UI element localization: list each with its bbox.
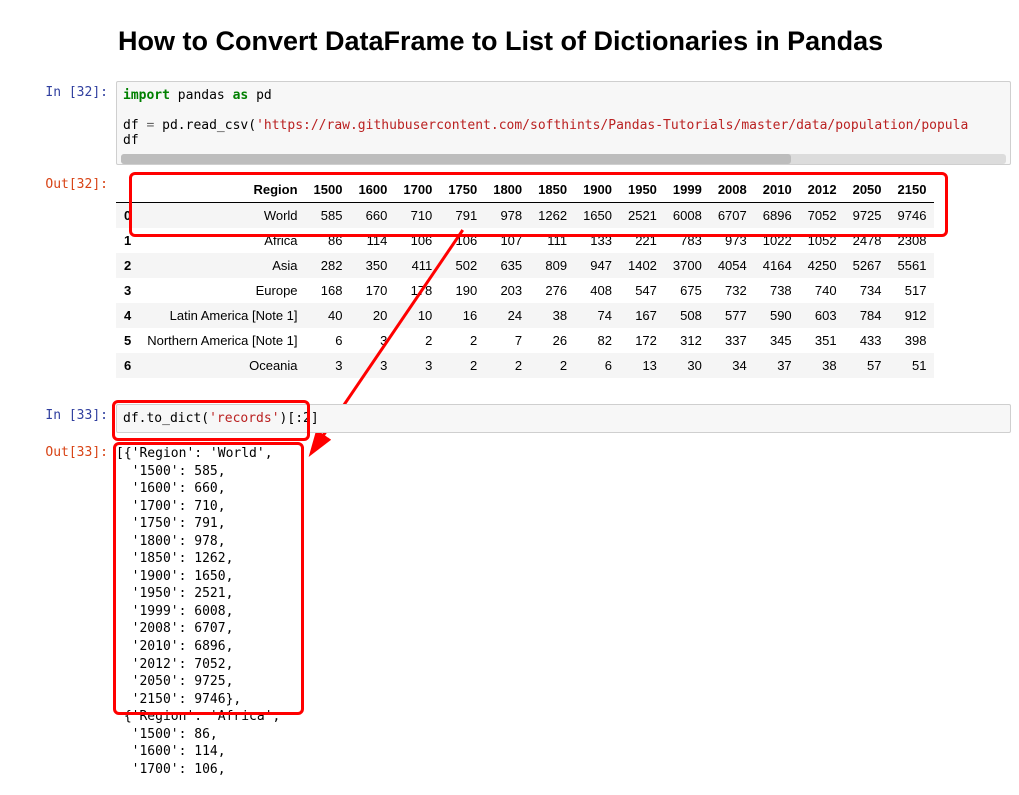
column-header: 2050	[845, 177, 890, 203]
prompt-in-33: In [33]:	[8, 404, 116, 433]
column-header: 1750	[440, 177, 485, 203]
column-header: 1900	[575, 177, 620, 203]
table-row: 6Oceania333222613303437385751	[116, 353, 934, 378]
column-header: 2012	[800, 177, 845, 203]
column-header: 1600	[350, 177, 395, 203]
code-cell-32[interactable]: import pandas as pd df = pd.read_csv('ht…	[116, 81, 1011, 165]
column-header: 2150	[890, 177, 935, 203]
prompt-out-33: Out[33]:	[8, 441, 116, 782]
column-header: 1999	[665, 177, 710, 203]
code-cell-33[interactable]: df.to_dict('records')[:2]	[116, 404, 1011, 433]
page-title: How to Convert DataFrame to List of Dict…	[118, 26, 1011, 57]
table-row: 4Latin America [Note 1]40201016243874167…	[116, 303, 934, 328]
column-header: 1500	[306, 177, 351, 203]
dataframe-table: Region1500160017001750180018501900195019…	[116, 177, 934, 378]
table-row: 2Asia28235041150263580994714023700405441…	[116, 253, 934, 278]
column-header: 1950	[620, 177, 665, 203]
prompt-in-32: In [32]:	[8, 81, 116, 165]
table-row: 0World5856607107919781262165025216008670…	[116, 203, 934, 229]
table-row: 5Northern America [Note 1]63227268217231…	[116, 328, 934, 353]
table-row: 1Africa861141061061071111332217839731022…	[116, 228, 934, 253]
column-header: 1800	[485, 177, 530, 203]
dict-output: [{'Region': 'World', '1500': 585, '1600'…	[116, 445, 1011, 778]
column-header: 1850	[530, 177, 575, 203]
table-row: 3Europe168170178190203276408547675732738…	[116, 278, 934, 303]
column-header: 1700	[395, 177, 440, 203]
column-header: 2010	[755, 177, 800, 203]
prompt-out-32: Out[32]:	[8, 173, 116, 382]
dataframe-output: Region1500160017001750180018501900195019…	[116, 173, 1011, 382]
column-header: 2008	[710, 177, 755, 203]
column-header: Region	[139, 177, 305, 203]
